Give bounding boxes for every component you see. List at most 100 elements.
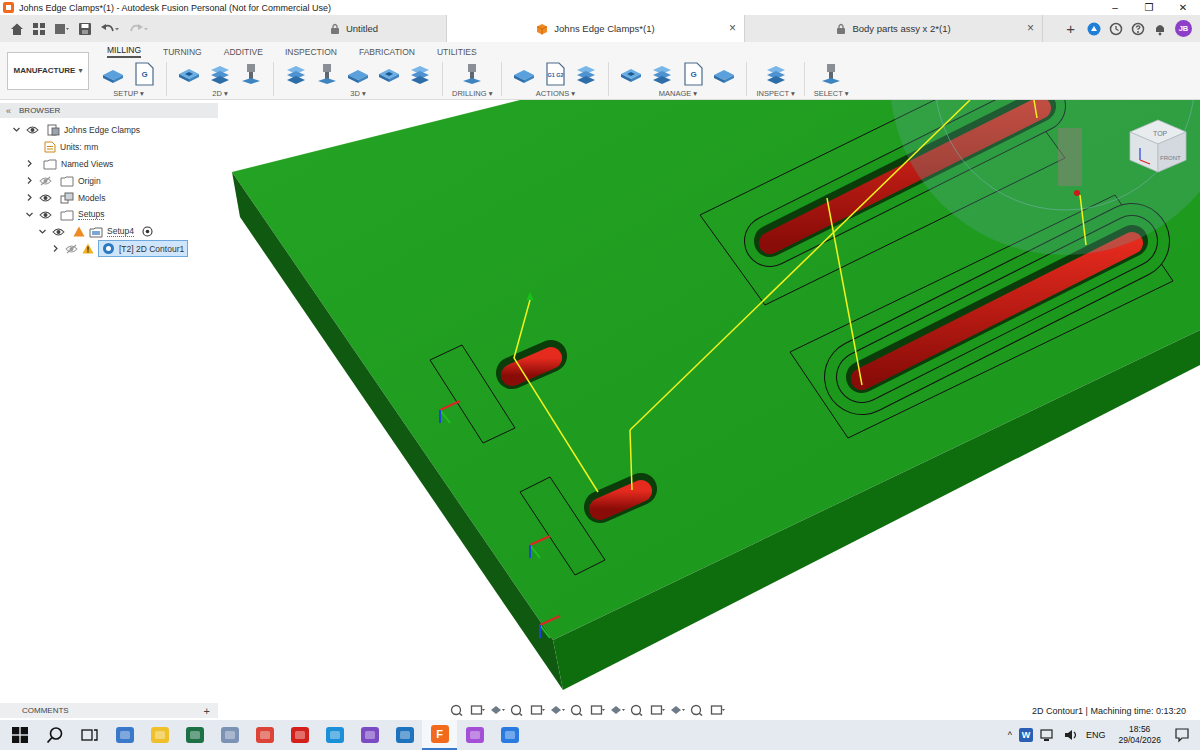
collapsed-caret-icon[interactable] <box>25 176 34 185</box>
viewport[interactable]: TOPFRONT « BROWSER Johns Edge Clamps Uni… <box>0 100 1200 720</box>
navigation-tool-icon[interactable] <box>670 704 685 716</box>
tool-group-label[interactable]: DRILLING ▾ <box>452 89 492 98</box>
ribbon-tab[interactable]: MILLING <box>107 45 141 58</box>
navigation-tool-icon[interactable] <box>590 704 605 716</box>
search-button[interactable] <box>37 720 72 750</box>
toolpath-line[interactable] <box>630 100 970 430</box>
collapsed-caret-icon[interactable] <box>25 159 34 168</box>
task-view-button[interactable] <box>72 720 107 750</box>
workspace-switcher[interactable]: MANUFACTURE ▾ <box>7 52 89 90</box>
tool-group-label[interactable]: SETUP ▾ <box>113 89 144 98</box>
browser-item-body[interactable]: Units: mm <box>39 139 102 155</box>
tool-button[interactable] <box>283 61 309 87</box>
collapsed-caret-icon[interactable] <box>25 193 34 202</box>
small-slot[interactable] <box>600 489 641 509</box>
navigation-tool-icon[interactable] <box>710 704 725 716</box>
notifications-icon[interactable] <box>1153 22 1167 36</box>
window-control-button[interactable]: ✕ <box>1166 0 1200 15</box>
tool-button[interactable]: G1 G2 <box>542 61 568 87</box>
navigation-tool-icon[interactable] <box>690 704 705 716</box>
navigation-tool-icon[interactable] <box>610 704 625 716</box>
browser-item[interactable]: Setups <box>0 206 218 223</box>
start-button[interactable] <box>2 720 37 750</box>
close-tab-button[interactable]: × <box>1027 21 1034 35</box>
collapsed-caret-icon[interactable] <box>51 244 60 253</box>
home-icon[interactable] <box>10 22 24 36</box>
tool-group-label[interactable]: 2D ▾ <box>212 89 227 98</box>
close-tab-button[interactable]: × <box>729 21 736 35</box>
tool-group-label[interactable]: SELECT ▾ <box>814 89 849 98</box>
taskbar-app[interactable]: F <box>422 720 457 750</box>
tool-button[interactable] <box>100 61 126 87</box>
new-tab-button[interactable]: + <box>1066 20 1075 37</box>
comments-panel[interactable]: COMMENTS + <box>0 703 218 718</box>
expanded-caret-icon[interactable] <box>38 227 47 236</box>
taskbar-app[interactable] <box>492 720 527 750</box>
navigation-tool-icon[interactable] <box>650 704 665 716</box>
taskbar-app[interactable] <box>142 720 177 750</box>
tool-group-label[interactable]: INSPECT ▾ <box>756 89 794 98</box>
part-left-face[interactable] <box>232 172 563 690</box>
taskbar-app[interactable] <box>282 720 317 750</box>
taskbar-app[interactable] <box>352 720 387 750</box>
ribbon-tab[interactable]: TURNING <box>163 47 202 58</box>
navigation-tool-icon[interactable] <box>530 704 545 716</box>
browser-item-body[interactable]: Named Views <box>39 156 117 172</box>
clock[interactable]: 18:56 29/04/2026 <box>1112 724 1167 746</box>
window-control-button[interactable]: – <box>1098 0 1132 15</box>
navigation-tool-icon[interactable] <box>510 704 525 716</box>
add-comment-button[interactable]: + <box>204 705 210 717</box>
eye-icon[interactable] <box>52 227 65 237</box>
browser-item[interactable]: Models <box>0 189 218 206</box>
extensions-icon[interactable] <box>1087 22 1101 36</box>
taskbar-app[interactable] <box>212 720 247 750</box>
eye-icon[interactable] <box>39 210 52 220</box>
browser-item[interactable]: Origin <box>0 172 218 189</box>
contour-boundary[interactable] <box>520 477 605 575</box>
help-icon[interactable] <box>1131 22 1145 36</box>
navigation-tool-icon[interactable] <box>490 704 505 716</box>
collapse-browser-button[interactable]: « <box>6 106 11 116</box>
volume-icon[interactable] <box>1063 728 1079 742</box>
eye-icon[interactable] <box>26 125 39 135</box>
toolpath-line[interactable] <box>514 300 598 492</box>
taskbar-app[interactable] <box>177 720 212 750</box>
expanded-caret-icon[interactable] <box>25 210 34 219</box>
tool-button[interactable] <box>818 61 844 87</box>
browser-item-body[interactable]: Models <box>56 190 109 206</box>
document-tab[interactable]: Johns Edge Clamps*(1) × <box>447 15 745 42</box>
browser-item-body[interactable]: Setup4 <box>69 224 138 240</box>
browser-item[interactable]: Johns Edge Clamps <box>0 121 218 138</box>
save-icon[interactable] <box>78 22 92 36</box>
undo-icon[interactable] <box>100 22 120 36</box>
tool-button[interactable] <box>711 61 737 87</box>
toolpath-line[interactable] <box>827 198 862 385</box>
input-language[interactable]: ENG <box>1086 730 1106 740</box>
navigation-tool-icon[interactable] <box>550 704 565 716</box>
active-setup-target-icon[interactable] <box>142 226 153 237</box>
navigation-tool-icon[interactable] <box>450 704 465 716</box>
navigation-tool-icon[interactable] <box>470 704 485 716</box>
ribbon-tab[interactable]: UTILITIES <box>437 47 477 58</box>
tool-button[interactable] <box>407 61 433 87</box>
word-tray-icon[interactable]: W <box>1019 728 1033 742</box>
browser-item[interactable]: [T2] 2D Contour1 <box>0 240 218 257</box>
taskbar-app[interactable] <box>317 720 352 750</box>
taskbar-app[interactable] <box>247 720 282 750</box>
window-control-button[interactable]: ❐ <box>1132 0 1166 15</box>
tool-button[interactable]: G <box>680 61 706 87</box>
viewcube-front-label[interactable]: FRONT <box>1160 155 1181 161</box>
document-tab[interactable]: Untitled <box>262 15 447 42</box>
tool-button[interactable] <box>176 61 202 87</box>
hidden-eye-icon[interactable] <box>39 176 52 186</box>
viewcube-top-label[interactable]: TOP <box>1153 130 1168 137</box>
slot[interactable] <box>862 241 1132 379</box>
tool-button[interactable] <box>314 61 340 87</box>
tool-button[interactable] <box>511 61 537 87</box>
tool-button[interactable] <box>345 61 371 87</box>
show-hidden-icons-button[interactable]: ^ <box>1008 730 1012 740</box>
tool-group-label[interactable]: MANAGE ▾ <box>659 89 697 98</box>
browser-item-body[interactable]: [T2] 2D Contour1 <box>98 240 188 257</box>
browser-item[interactable]: Named Views <box>0 155 218 172</box>
browser-item[interactable]: Setup4 <box>0 223 218 240</box>
